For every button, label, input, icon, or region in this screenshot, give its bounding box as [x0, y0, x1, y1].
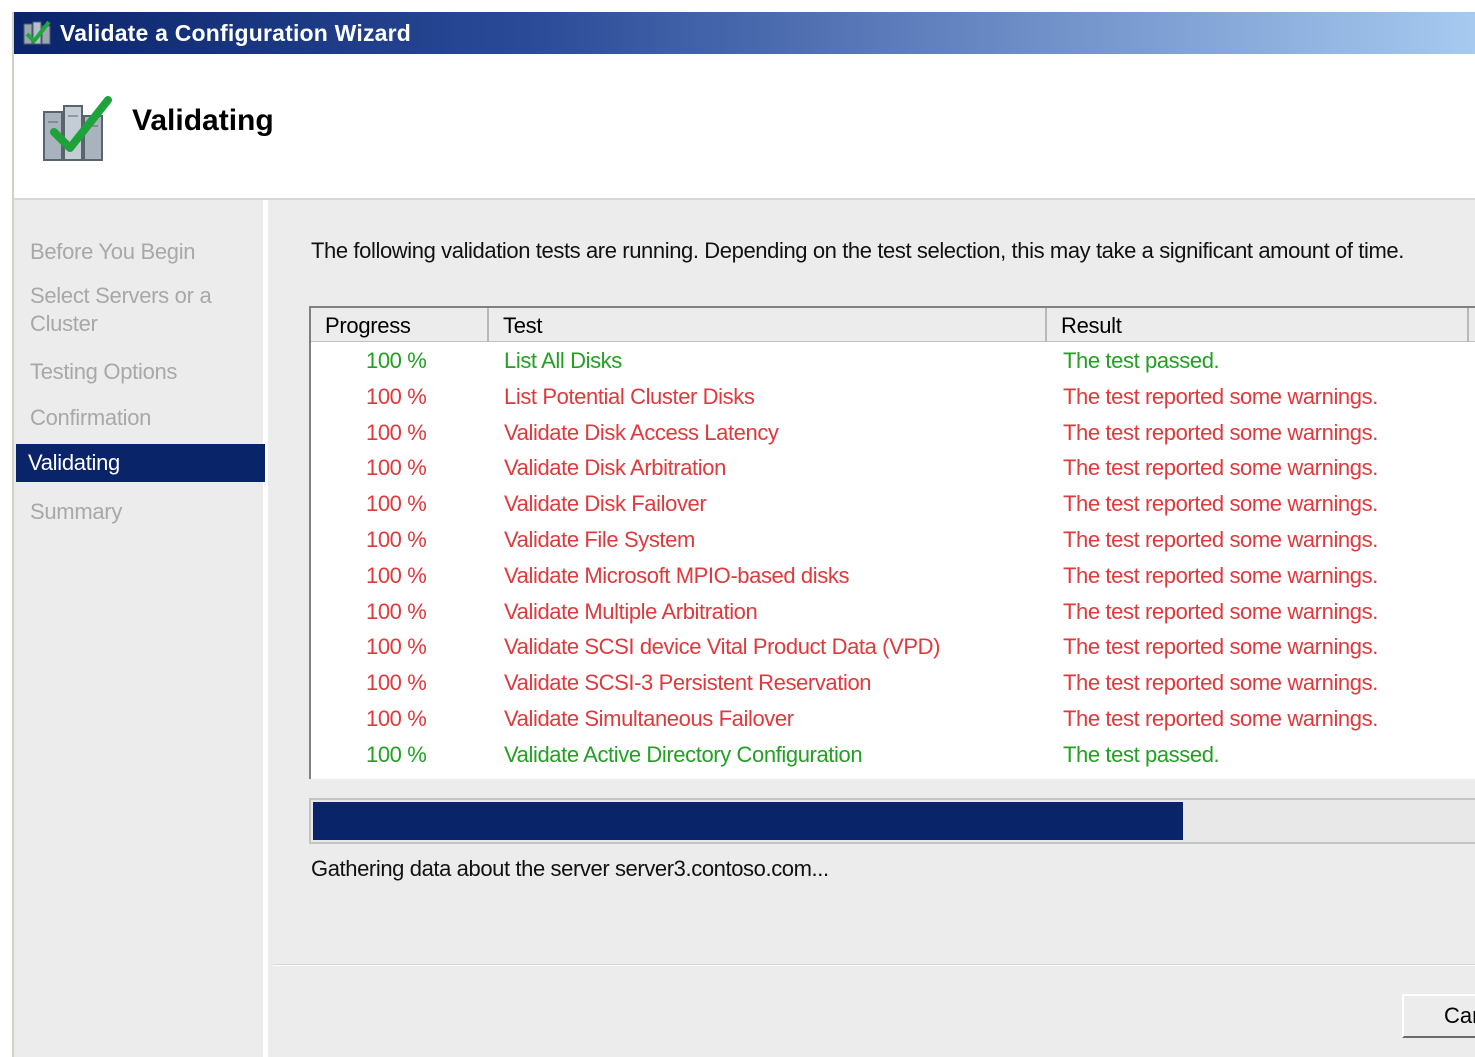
progress-cell: 100 %	[366, 562, 427, 588]
result-cell: The test reported some warnings.	[1063, 562, 1378, 588]
cancel-button[interactable]: Cancel	[1402, 994, 1475, 1038]
wizard-steps: Before You Begin Select Servers or a Clu…	[14, 200, 268, 1057]
progress-cell: 100 %	[366, 670, 427, 696]
result-cell: The test reported some warnings.	[1063, 634, 1378, 660]
progress-fill	[313, 802, 1183, 840]
result-cell: The test passed.	[1063, 348, 1220, 373]
intro-text: The following validation tests are runni…	[311, 238, 1404, 263]
test-name-cell: Validate Active Directory Configuration	[504, 741, 863, 767]
test-name-cell: Validate Multiple Arbitration	[504, 598, 758, 624]
list-item[interactable]: 100 % Validate SCSI device Vital Product …	[311, 630, 1475, 666]
progress-cell: 100 %	[366, 383, 427, 409]
wizard-header: Validating	[14, 54, 1475, 200]
footer-divider	[273, 964, 1475, 966]
result-cell: The test reported some warnings.	[1063, 383, 1378, 409]
result-cell: The test reported some warnings.	[1063, 527, 1378, 552]
list-item[interactable]: 100 % Validate File System The test report…	[311, 523, 1475, 559]
step-testing-options[interactable]: Testing Options	[30, 358, 177, 386]
result-cell: The test reported some warnings.	[1063, 491, 1378, 517]
column-header-progress[interactable]: Progress	[311, 308, 489, 342]
test-name-cell: List Potential Cluster Disks	[504, 383, 755, 409]
result-cell: The test reported some warnings.	[1063, 706, 1378, 731]
list-item[interactable]: 100 % Validate Active Directory Configura…	[311, 738, 1475, 774]
list-item[interactable]: 100 % Validate Disk Arbitration The test r…	[311, 451, 1475, 487]
test-name-cell: Validate Microsoft MPIO-based disks	[504, 562, 850, 588]
wizard-window: Validate a Configuration Wizard Validati…	[12, 12, 1475, 1057]
progress-cell: 100 %	[366, 527, 427, 552]
validation-tests-list[interactable]: Progress Test Result 100 % List All Disks…	[309, 306, 1475, 779]
title-bar[interactable]: Validate a Configuration Wizard	[14, 12, 1475, 54]
result-cell: The test reported some warnings.	[1063, 598, 1378, 624]
result-cell: The test reported some warnings.	[1063, 455, 1378, 481]
list-item[interactable]: 100 % Validate Disk Failover The test repo…	[311, 487, 1475, 523]
test-name-cell: Validate File System	[504, 527, 695, 552]
list-item[interactable]: 100 % List Potential Cluster Disks The tes…	[311, 380, 1475, 416]
list-item[interactable]: 100 % Validate SCSI-3 Persistent Reservat…	[311, 666, 1475, 702]
test-name-cell: Validate Simultaneous Failover	[504, 706, 794, 731]
list-item[interactable]: 100 % Validate Microsoft MPIO-based disks…	[311, 559, 1475, 595]
test-name-cell: Validate SCSI-3 Persistent Reservation	[504, 670, 872, 696]
test-name-cell: Validate SCSI device Vital Product Data …	[504, 634, 941, 660]
result-cell: The test reported some warnings.	[1063, 419, 1378, 445]
step-summary[interactable]: Summary	[30, 498, 122, 526]
test-name-cell: Validate Disk Arbitration	[504, 455, 726, 481]
cluster-checkmark-icon	[40, 94, 114, 166]
test-name-cell: Validate Disk Failover	[504, 491, 707, 517]
page-title: Validating	[132, 104, 274, 137]
progress-cell: 100 %	[366, 348, 427, 373]
progress-cell: 100 %	[366, 741, 427, 767]
overall-progress-bar	[309, 798, 1475, 844]
test-name-cell: Validate Disk Access Latency	[504, 419, 779, 445]
step-confirmation[interactable]: Confirmation	[30, 404, 151, 432]
window-title: Validate a Configuration Wizard	[60, 19, 412, 46]
progress-cell: 100 %	[366, 634, 427, 660]
list-item[interactable]: 100 % Validate Simultaneous Failover The t…	[311, 702, 1475, 738]
column-header-test[interactable]: Test	[489, 308, 1047, 342]
list-item[interactable]: 100 % Validate Disk Access Latency The tes…	[311, 416, 1475, 452]
step-before-you-begin[interactable]: Before You Begin	[30, 238, 196, 266]
progress-cell: 100 %	[366, 419, 427, 445]
list-item[interactable]: 100 % Validate Multiple Arbitration The te…	[311, 595, 1475, 631]
status-text: Gathering data about the server server3.…	[311, 856, 829, 881]
column-header-result[interactable]: Result	[1047, 308, 1469, 342]
progress-cell: 100 %	[366, 706, 427, 731]
list-header: Progress Test Result	[311, 308, 1475, 342]
list-item[interactable]: 100 % List All Disks The test passed.	[311, 344, 1475, 380]
wizard-content: The following validation tests are runni…	[273, 200, 1475, 1057]
result-cell: The test reported some warnings.	[1063, 670, 1378, 696]
step-validating[interactable]: Validating	[16, 444, 265, 482]
progress-cell: 100 %	[366, 455, 427, 481]
step-select-servers[interactable]: Select Servers or a Cluster	[30, 282, 240, 338]
progress-cell: 100 %	[366, 598, 427, 624]
cluster-validate-icon	[22, 18, 52, 48]
progress-cell: 100 %	[366, 491, 427, 517]
result-cell: The test passed.	[1063, 741, 1220, 767]
test-name-cell: List All Disks	[504, 348, 622, 373]
